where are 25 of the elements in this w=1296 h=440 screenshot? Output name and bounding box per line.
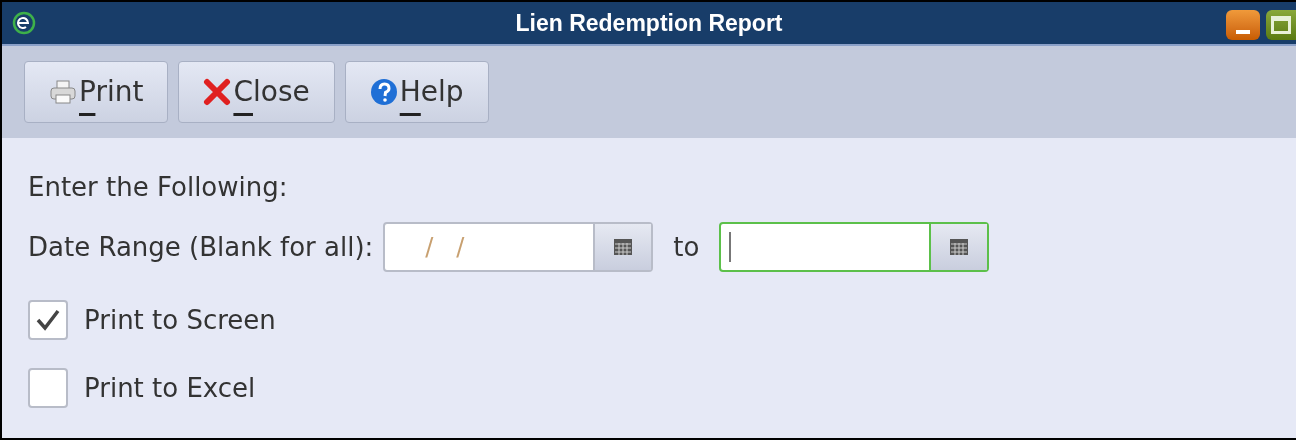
text-cursor: [729, 232, 732, 262]
date-field[interactable]: [719, 222, 990, 272]
minimize-button[interactable]: [1226, 10, 1260, 40]
close-icon: [203, 78, 232, 106]
checkbox[interactable]: [28, 300, 68, 340]
app-logo-icon: [12, 11, 36, 35]
checkbox-label: Print to Screen: [84, 303, 276, 337]
help-icon: [369, 78, 398, 106]
checkbox-label: Print to Excel: [84, 371, 256, 405]
form-heading: Enter the Following:: [28, 171, 289, 204]
calendar-button[interactable]: [593, 224, 652, 270]
print-button[interactable]: Print: [24, 61, 169, 123]
maximize-button[interactable]: [1266, 10, 1296, 40]
calendar-button[interactable]: [929, 224, 988, 270]
close-button[interactable]: Close: [178, 61, 335, 123]
window-title: Lien Redemption Report: [515, 8, 783, 38]
checkbox[interactable]: [28, 368, 68, 408]
date-value: / /: [425, 232, 465, 263]
check-icon: [35, 308, 61, 332]
calendar-icon: [614, 239, 633, 255]
field-label: Date Range (Blank for all):: [28, 230, 374, 264]
range-separator: to: [673, 230, 700, 264]
help-button[interactable]: Help: [344, 61, 489, 123]
calendar-icon: [950, 239, 969, 255]
printer-icon: [49, 78, 77, 106]
